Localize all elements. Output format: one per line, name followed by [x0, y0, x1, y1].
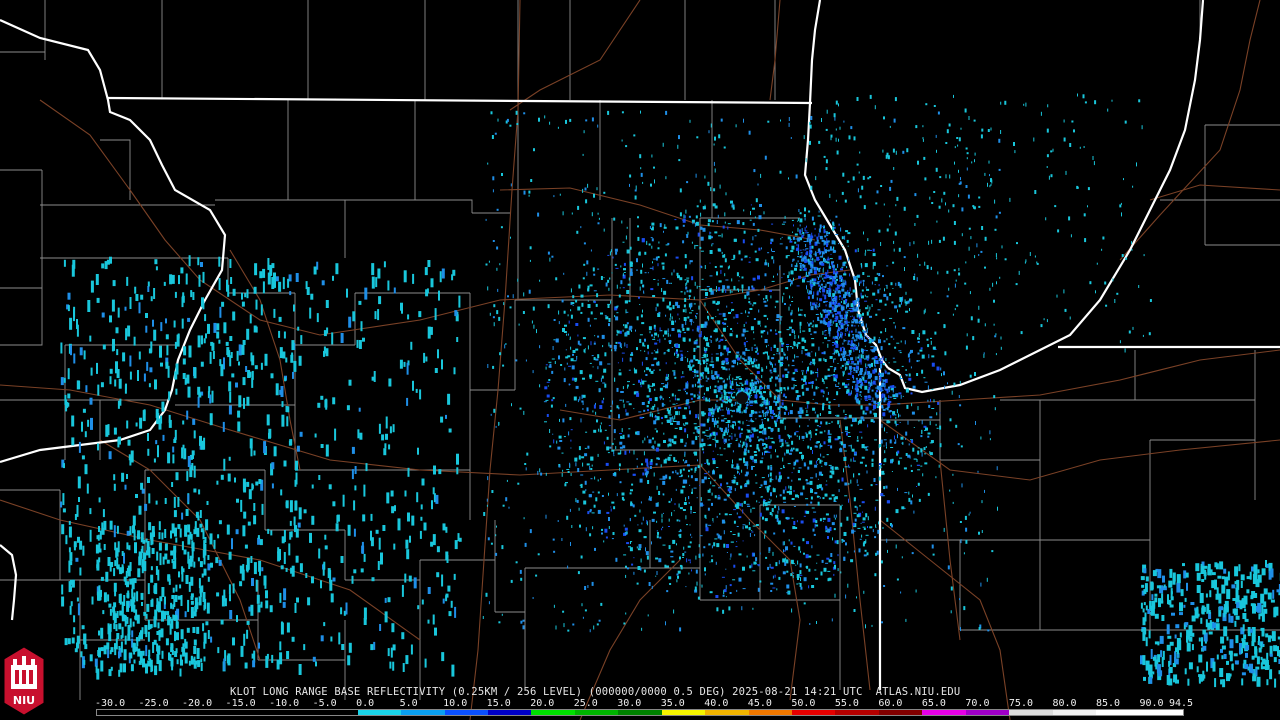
colorbar-tick-label: -5.0	[312, 698, 337, 709]
colorbar-swatch	[97, 710, 141, 715]
colorbar-swatch	[487, 710, 532, 715]
colorbar-swatch	[357, 710, 402, 715]
colorbar-tick-label: 55.0	[834, 698, 859, 709]
colorbar-tick-label: 25.0	[573, 698, 598, 709]
colorbar-tick-label: 0.0	[356, 698, 375, 709]
colorbar-swatch	[878, 710, 923, 715]
map-caption: KLOT LONG RANGE BASE REFLECTIVITY (0.25K…	[230, 686, 961, 698]
radar-map	[0, 0, 1280, 720]
colorbar-tick-label: 40.0	[704, 698, 729, 709]
colorbar-tick-label: 15.0	[486, 698, 511, 709]
colorbar-swatch	[1052, 710, 1097, 715]
colorbar-swatch	[401, 710, 445, 715]
colorbar-tick-label: 45.0	[747, 698, 772, 709]
colorbar-tick-label: 10.0	[443, 698, 468, 709]
colorbar-tick-label: 85.0	[1095, 698, 1121, 709]
colorbar-swatch	[140, 710, 184, 715]
colorbar-tick-label: 20.0	[530, 698, 555, 709]
colorbar-tick-label: 65.0	[921, 698, 946, 709]
colorbar-swatch	[270, 710, 315, 715]
colorbar-swatch	[705, 710, 749, 715]
colorbar-tick-label: 50.0	[791, 698, 816, 709]
colorbar-swatch	[835, 710, 879, 715]
colorbar-tick-label: -10.0	[269, 698, 300, 709]
colorbar-tick-label: 60.0	[878, 698, 903, 709]
colorbar-tick-label: 5.0	[399, 698, 418, 709]
colorbar-tick-label: -25.0	[138, 698, 169, 709]
colorbar-swatch	[965, 710, 1010, 715]
colorbar-tick-label: 90.0	[1139, 698, 1164, 709]
logo-text: NIU	[13, 694, 35, 707]
colorbar-tick-label: 80.0	[1052, 698, 1077, 709]
colorbar-tick-label: 30.0	[617, 698, 642, 709]
colorbar-swatch	[183, 710, 228, 715]
radar-site-marker	[736, 392, 748, 404]
colorbar-tick-label: 94.5	[1169, 698, 1194, 709]
colorbar-swatch	[661, 710, 706, 715]
colorbar-swatch	[227, 710, 271, 715]
colorbar-swatch	[1139, 710, 1183, 715]
colorbar-labels: -30.0 -25.0 -20.0 -15.0 -10.0 -5.0 0.0 5.0 10.0 1…	[95, 698, 1194, 709]
colorbar-swatch	[574, 710, 619, 715]
colorbar-swatch	[444, 710, 488, 715]
colorbar-tick-label: -30.0	[95, 698, 126, 709]
colorbar-swatch	[531, 710, 575, 715]
colorbar-swatch	[618, 710, 662, 715]
colorbar-swatch	[1096, 710, 1140, 715]
colorbar-swatch	[748, 710, 792, 715]
colorbar-swatch	[922, 710, 966, 715]
colorbar-tick-label: 35.0	[660, 698, 685, 709]
colorbar-tick-label: 75.0	[1008, 698, 1033, 709]
niu-logo: NIU	[3, 646, 45, 716]
colorbar-tick-label: -15.0	[225, 698, 256, 709]
colorbar-swatch	[314, 710, 358, 715]
reflectivity-colorbar	[96, 709, 1184, 716]
colorbar-swatch	[1009, 710, 1053, 715]
colorbar-swatch	[792, 710, 836, 715]
colorbar-tick-label: -20.0	[182, 698, 213, 709]
colorbar-tick-label: 70.0	[965, 698, 990, 709]
